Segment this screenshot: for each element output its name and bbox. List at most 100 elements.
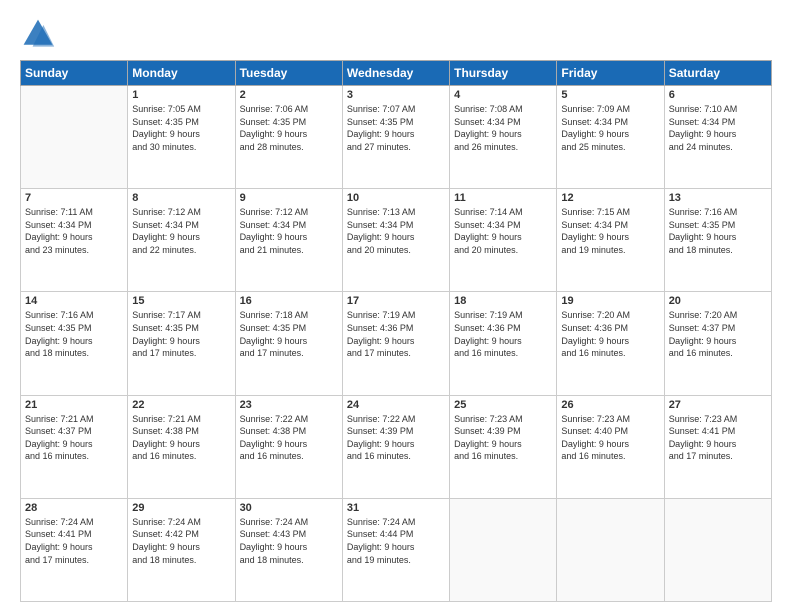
day-number: 30 <box>240 502 338 514</box>
calendar-week-row: 7Sunrise: 7:11 AM Sunset: 4:34 PM Daylig… <box>21 189 772 292</box>
day-info: Sunrise: 7:24 AM Sunset: 4:43 PM Dayligh… <box>240 516 338 566</box>
calendar-cell: 6 Sunrise: 7:10 AM Sunset: 4:34 PM Daylig… <box>664 86 771 189</box>
day-number: 5 <box>561 89 659 101</box>
day-number: 17 <box>347 295 445 307</box>
day-number: 28 <box>25 502 123 514</box>
calendar-cell: 8 Sunrise: 7:12 AM Sunset: 4:34 PM Daylig… <box>128 189 235 292</box>
calendar-cell: 28 Sunrise: 7:24 AM Sunset: 4:41 PM Dayli… <box>21 498 128 601</box>
day-number: 16 <box>240 295 338 307</box>
day-info: Sunrise: 7:14 AM Sunset: 4:34 PM Dayligh… <box>454 206 552 256</box>
calendar-week-row: 28 Sunrise: 7:24 AM Sunset: 4:41 PM Dayli… <box>21 498 772 601</box>
day-info: Sunrise: 7:12 AM Sunset: 4:34 PM Dayligh… <box>240 206 338 256</box>
day-info: Sunrise: 7:24 AM Sunset: 4:42 PM Dayligh… <box>132 516 230 566</box>
calendar-cell: 19 Sunrise: 7:20 AM Sunset: 4:36 PM Dayli… <box>557 292 664 395</box>
day-info: Sunrise: 7:22 AM Sunset: 4:39 PM Dayligh… <box>347 413 445 463</box>
day-info: Sunrise: 7:16 AM Sunset: 4:35 PM Dayligh… <box>25 309 123 359</box>
day-number: 27 <box>669 399 767 411</box>
day-number: 24 <box>347 399 445 411</box>
header <box>20 16 772 52</box>
calendar-cell: 16Sunrise: 7:18 AM Sunset: 4:35 PM Dayli… <box>235 292 342 395</box>
calendar-cell: 14 Sunrise: 7:16 AM Sunset: 4:35 PM Dayli… <box>21 292 128 395</box>
day-number: 21 <box>25 399 123 411</box>
calendar-cell: 5 Sunrise: 7:09 AM Sunset: 4:34 PM Daylig… <box>557 86 664 189</box>
logo-icon <box>20 16 56 52</box>
day-number: 31 <box>347 502 445 514</box>
calendar-cell: 21 Sunrise: 7:21 AM Sunset: 4:37 PM Dayli… <box>21 395 128 498</box>
day-info: Sunrise: 7:19 AM Sunset: 4:36 PM Dayligh… <box>347 309 445 359</box>
day-info: Sunrise: 7:09 AM Sunset: 4:34 PM Dayligh… <box>561 103 659 153</box>
day-info: Sunrise: 7:13 AM Sunset: 4:34 PM Dayligh… <box>347 206 445 256</box>
calendar-cell: 20 Sunrise: 7:20 AM Sunset: 4:37 PM Dayli… <box>664 292 771 395</box>
calendar-cell: 12Sunrise: 7:15 AM Sunset: 4:34 PM Dayli… <box>557 189 664 292</box>
day-info: Sunrise: 7:10 AM Sunset: 4:34 PM Dayligh… <box>669 103 767 153</box>
calendar-cell: 29 Sunrise: 7:24 AM Sunset: 4:42 PM Dayli… <box>128 498 235 601</box>
day-info: Sunrise: 7:12 AM Sunset: 4:34 PM Dayligh… <box>132 206 230 256</box>
day-info: Sunrise: 7:05 AM Sunset: 4:35 PM Dayligh… <box>132 103 230 153</box>
day-number: 1 <box>132 89 230 101</box>
day-number: 19 <box>561 295 659 307</box>
calendar-header: SundayMondayTuesdayWednesdayThursdayFrid… <box>21 61 772 86</box>
day-of-week-header: Friday <box>557 61 664 86</box>
calendar-cell: 17 Sunrise: 7:19 AM Sunset: 4:36 PM Dayli… <box>342 292 449 395</box>
calendar-cell: 30 Sunrise: 7:24 AM Sunset: 4:43 PM Dayli… <box>235 498 342 601</box>
calendar-cell: 9Sunrise: 7:12 AM Sunset: 4:34 PM Daylig… <box>235 189 342 292</box>
day-number: 29 <box>132 502 230 514</box>
day-info: Sunrise: 7:22 AM Sunset: 4:38 PM Dayligh… <box>240 413 338 463</box>
day-info: Sunrise: 7:20 AM Sunset: 4:37 PM Dayligh… <box>669 309 767 359</box>
day-number: 6 <box>669 89 767 101</box>
day-info: Sunrise: 7:20 AM Sunset: 4:36 PM Dayligh… <box>561 309 659 359</box>
day-number: 12 <box>561 192 659 204</box>
day-number: 14 <box>25 295 123 307</box>
calendar-cell <box>557 498 664 601</box>
calendar-cell: 13 Sunrise: 7:16 AM Sunset: 4:35 PM Dayli… <box>664 189 771 292</box>
calendar-cell: 27 Sunrise: 7:23 AM Sunset: 4:41 PM Dayli… <box>664 395 771 498</box>
calendar-cell: 31 Sunrise: 7:24 AM Sunset: 4:44 PM Dayli… <box>342 498 449 601</box>
day-info: Sunrise: 7:24 AM Sunset: 4:41 PM Dayligh… <box>25 516 123 566</box>
logo <box>20 16 60 52</box>
calendar-cell: 26Sunrise: 7:23 AM Sunset: 4:40 PM Dayli… <box>557 395 664 498</box>
calendar-cell: 25 Sunrise: 7:23 AM Sunset: 4:39 PM Dayli… <box>450 395 557 498</box>
calendar-cell: 11 Sunrise: 7:14 AM Sunset: 4:34 PM Dayli… <box>450 189 557 292</box>
calendar-cell: 3 Sunrise: 7:07 AM Sunset: 4:35 PM Daylig… <box>342 86 449 189</box>
day-info: Sunrise: 7:06 AM Sunset: 4:35 PM Dayligh… <box>240 103 338 153</box>
day-of-week-header: Monday <box>128 61 235 86</box>
day-info: Sunrise: 7:23 AM Sunset: 4:41 PM Dayligh… <box>669 413 767 463</box>
day-number: 18 <box>454 295 552 307</box>
day-number: 20 <box>669 295 767 307</box>
day-of-week-header: Saturday <box>664 61 771 86</box>
day-number: 7 <box>25 192 123 204</box>
day-info: Sunrise: 7:19 AM Sunset: 4:36 PM Dayligh… <box>454 309 552 359</box>
day-number: 22 <box>132 399 230 411</box>
day-number: 8 <box>132 192 230 204</box>
day-number: 13 <box>669 192 767 204</box>
calendar-table: SundayMondayTuesdayWednesdayThursdayFrid… <box>20 60 772 602</box>
day-number: 25 <box>454 399 552 411</box>
day-number: 26 <box>561 399 659 411</box>
calendar-week-row: 21 Sunrise: 7:21 AM Sunset: 4:37 PM Dayli… <box>21 395 772 498</box>
calendar-week-row: 1 Sunrise: 7:05 AM Sunset: 4:35 PM Daylig… <box>21 86 772 189</box>
day-info: Sunrise: 7:16 AM Sunset: 4:35 PM Dayligh… <box>669 206 767 256</box>
day-number: 15 <box>132 295 230 307</box>
day-of-week-header: Tuesday <box>235 61 342 86</box>
day-of-week-header: Thursday <box>450 61 557 86</box>
day-number: 3 <box>347 89 445 101</box>
calendar-cell: 2 Sunrise: 7:06 AM Sunset: 4:35 PM Daylig… <box>235 86 342 189</box>
day-info: Sunrise: 7:24 AM Sunset: 4:44 PM Dayligh… <box>347 516 445 566</box>
day-info: Sunrise: 7:23 AM Sunset: 4:39 PM Dayligh… <box>454 413 552 463</box>
calendar-body: 1 Sunrise: 7:05 AM Sunset: 4:35 PM Daylig… <box>21 86 772 602</box>
calendar-week-row: 14 Sunrise: 7:16 AM Sunset: 4:35 PM Dayli… <box>21 292 772 395</box>
calendar-cell: 7Sunrise: 7:11 AM Sunset: 4:34 PM Daylig… <box>21 189 128 292</box>
day-of-week-header: Wednesday <box>342 61 449 86</box>
day-number: 4 <box>454 89 552 101</box>
calendar-cell: 10 Sunrise: 7:13 AM Sunset: 4:34 PM Dayli… <box>342 189 449 292</box>
day-number: 2 <box>240 89 338 101</box>
calendar-cell: 22Sunrise: 7:21 AM Sunset: 4:38 PM Dayli… <box>128 395 235 498</box>
calendar-cell: 24 Sunrise: 7:22 AM Sunset: 4:39 PM Dayli… <box>342 395 449 498</box>
day-number: 10 <box>347 192 445 204</box>
days-of-week-row: SundayMondayTuesdayWednesdayThursdayFrid… <box>21 61 772 86</box>
day-of-week-header: Sunday <box>21 61 128 86</box>
day-info: Sunrise: 7:07 AM Sunset: 4:35 PM Dayligh… <box>347 103 445 153</box>
day-number: 11 <box>454 192 552 204</box>
day-info: Sunrise: 7:21 AM Sunset: 4:37 PM Dayligh… <box>25 413 123 463</box>
calendar-cell <box>21 86 128 189</box>
